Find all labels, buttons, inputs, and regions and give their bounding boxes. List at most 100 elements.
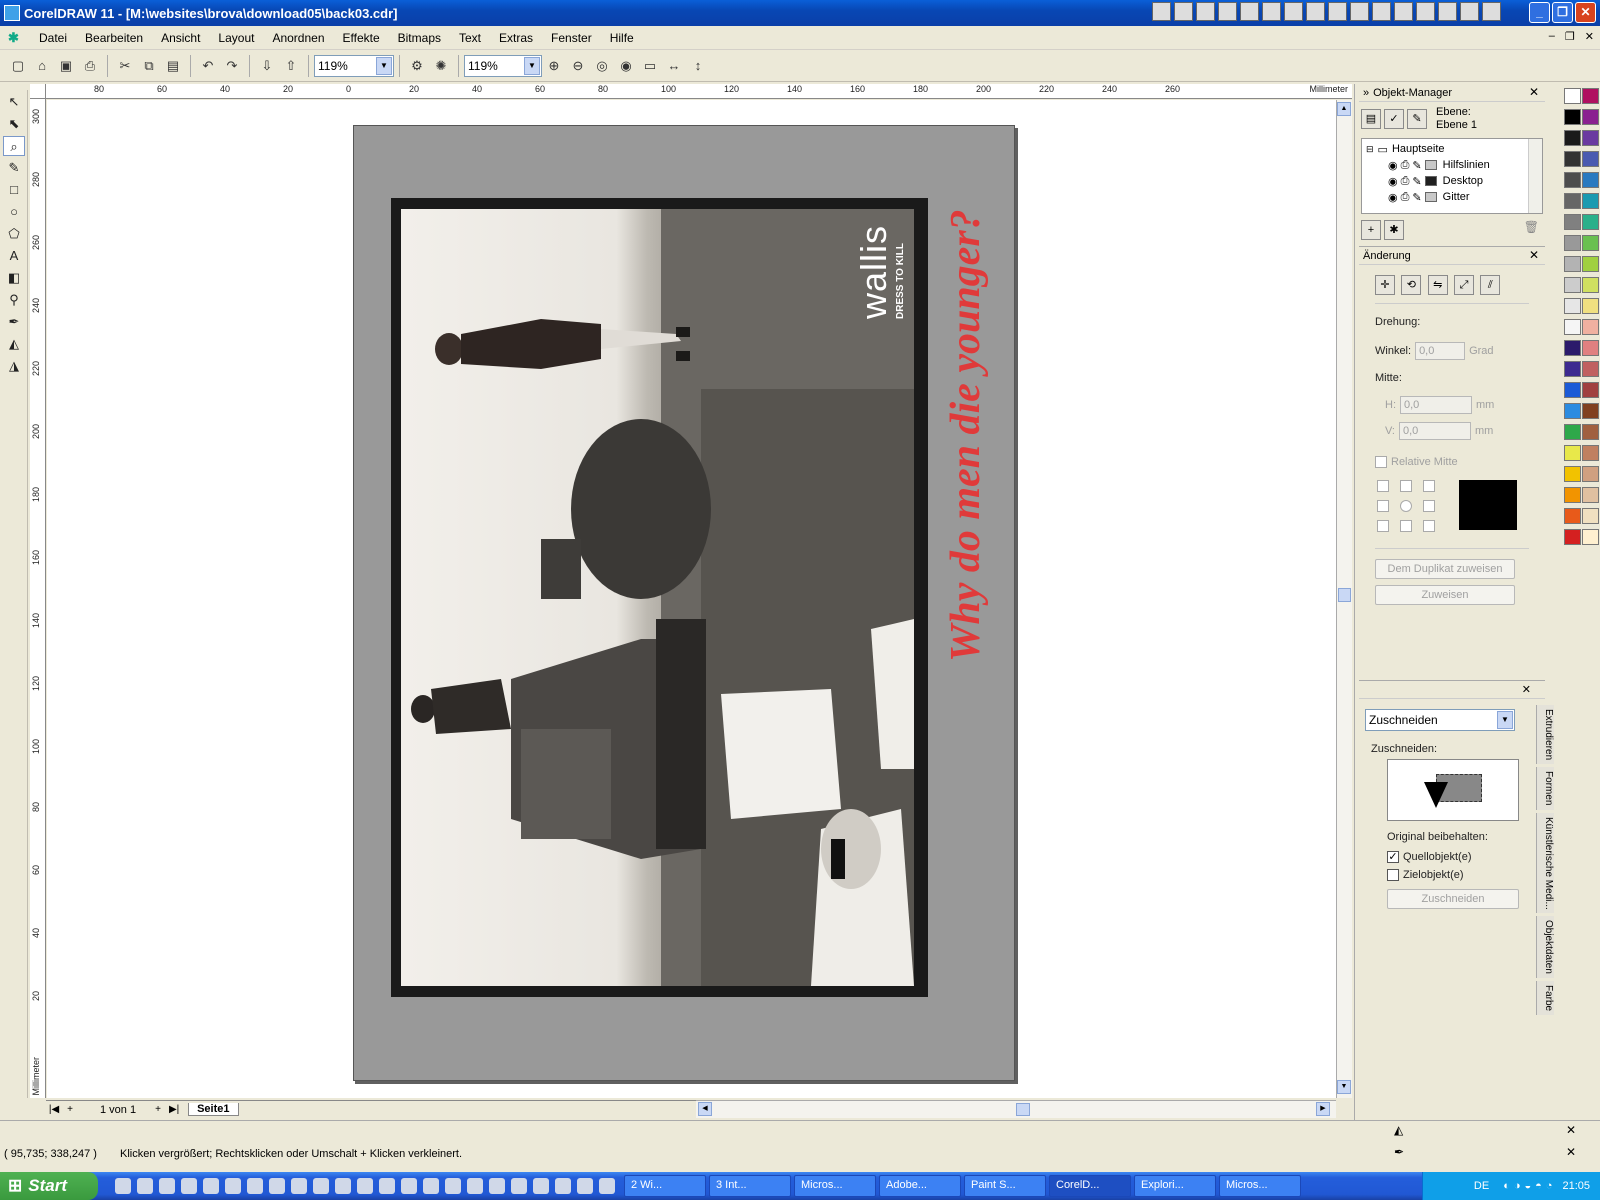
rotate-icon[interactable]: ⟲	[1401, 275, 1422, 295]
color-swatch[interactable]	[1582, 487, 1599, 503]
tree-item-desktop[interactable]: ◉ ⎙ ✎ Desktop	[1366, 173, 1538, 189]
quicklaunch-icon[interactable]	[1262, 2, 1281, 21]
taskbar-task[interactable]: 2 Wi...	[624, 1175, 706, 1197]
ellipse-tool-icon[interactable]: ○	[3, 202, 25, 222]
scroll-right-icon[interactable]: ▶	[1316, 1102, 1330, 1116]
tab-color[interactable]: Farbe	[1536, 981, 1554, 1016]
h-center-input[interactable]: 0,0	[1400, 396, 1472, 414]
color-swatch[interactable]	[1564, 298, 1581, 314]
position-icon[interactable]: ✛	[1375, 275, 1395, 295]
zoom-level-select[interactable]: 119% ▼	[314, 54, 394, 77]
quicklaunch-icon[interactable]	[1416, 2, 1435, 21]
quicklaunch-icon[interactable]	[313, 1178, 329, 1194]
printer-icon[interactable]: ⎙	[1401, 191, 1410, 204]
menu-effekte[interactable]: Effekte	[334, 31, 389, 45]
relative-center-checkbox[interactable]	[1375, 456, 1387, 468]
color-swatch[interactable]	[1564, 151, 1581, 167]
trash-icon[interactable]: 🗑	[1524, 220, 1539, 240]
anchor-top[interactable]	[1400, 480, 1412, 492]
add-page-after-icon[interactable]: +	[150, 1104, 166, 1115]
quicklaunch-icon[interactable]	[357, 1178, 373, 1194]
taskbar-task[interactable]: Paint S...	[964, 1175, 1046, 1197]
eyedropper-tool-icon[interactable]: ⚲	[3, 290, 25, 310]
quicklaunch-icon[interactable]	[1284, 2, 1303, 21]
tray-icon[interactable]: ◑	[1514, 1180, 1521, 1192]
menu-layout[interactable]: Layout	[209, 31, 263, 45]
rectangle-tool-icon[interactable]: □	[3, 180, 25, 200]
freehand-tool-icon[interactable]: ✎	[3, 158, 25, 178]
quicklaunch-icon[interactable]	[1438, 2, 1457, 21]
quicklaunch-icon[interactable]	[159, 1178, 175, 1194]
taskbar-task[interactable]: Explori...	[1134, 1175, 1216, 1197]
quicklaunch-icon[interactable]	[401, 1178, 417, 1194]
vertical-ruler[interactable]: 300 280 260 240 220 200 180 160 140 120 100 80 60 40 2…	[30, 99, 46, 1098]
taskbar-task[interactable]: 3 Int...	[709, 1175, 791, 1197]
zoom-levels-select[interactable]: 119% ▼	[464, 54, 542, 77]
docker-expand-icon[interactable]: »	[1363, 87, 1369, 99]
color-swatch[interactable]	[1564, 319, 1581, 335]
quicklaunch-icon[interactable]	[1306, 2, 1325, 21]
quicklaunch-icon[interactable]	[1328, 2, 1347, 21]
color-swatch[interactable]	[1564, 130, 1581, 146]
color-swatch[interactable]	[1582, 277, 1599, 293]
fill-indicator-icon[interactable]: ◭	[1394, 1123, 1403, 1137]
quicklaunch-icon[interactable]	[1218, 2, 1237, 21]
tab-shaping[interactable]: Formen	[1536, 767, 1554, 810]
color-swatch[interactable]	[1582, 130, 1599, 146]
anchor-bottom-right[interactable]	[1423, 520, 1435, 532]
menu-ansicht[interactable]: Ansicht	[152, 31, 209, 45]
apply-button[interactable]: Zuweisen	[1375, 585, 1515, 605]
color-swatch[interactable]	[1582, 424, 1599, 440]
document-icon[interactable]: ✱	[8, 30, 22, 45]
color-swatch[interactable]	[1582, 214, 1599, 230]
copy-icon[interactable]: ⧉	[139, 56, 159, 76]
v-center-input[interactable]: 0,0	[1399, 422, 1471, 440]
menu-hilfe[interactable]: Hilfe	[601, 31, 643, 45]
color-swatch[interactable]	[1564, 529, 1581, 545]
chevron-down-icon[interactable]: ▼	[524, 56, 540, 75]
interactive-fill-icon[interactable]: ◮	[3, 356, 25, 376]
language-indicator[interactable]: DE	[1474, 1180, 1489, 1192]
redo-icon[interactable]: ↷	[222, 56, 242, 76]
tab-extrude[interactable]: Extrudieren	[1536, 705, 1554, 765]
print-icon[interactable]: ⎙	[80, 56, 100, 76]
no-fill-icon[interactable]: ✕	[1566, 1123, 1576, 1137]
tray-icon[interactable]: ◐	[1503, 1180, 1510, 1192]
quicklaunch-icon[interactable]	[423, 1178, 439, 1194]
color-swatch[interactable]	[1582, 151, 1599, 167]
color-swatch[interactable]	[1564, 382, 1581, 398]
color-swatch[interactable]	[1582, 361, 1599, 377]
new-master-layer-icon[interactable]: ✱	[1384, 220, 1404, 240]
drawing-canvas[interactable]: wallis DRESS TO KILL Why do men die youn…	[47, 100, 1336, 1098]
taskbar-task[interactable]: Micros...	[794, 1175, 876, 1197]
doc-minimize-button[interactable]: –	[1549, 30, 1555, 43]
color-swatch[interactable]	[1564, 109, 1581, 125]
apply-to-duplicate-button[interactable]: Dem Duplikat zuweisen	[1375, 559, 1515, 579]
vertical-scroll-thumb[interactable]	[1338, 588, 1351, 602]
color-swatch[interactable]	[1564, 424, 1581, 440]
zoom-width-icon[interactable]: ↔	[664, 56, 684, 76]
interactive-fill-tool-icon[interactable]: ◧	[3, 268, 25, 288]
scale-mirror-icon[interactable]: ⇋	[1427, 275, 1448, 295]
quicklaunch-icon[interactable]	[115, 1178, 131, 1194]
horizontal-ruler[interactable]: 80 60 40 20 0 20 40 60 80 100 120 140 160 180 200 220 24…	[46, 84, 1352, 99]
color-swatch[interactable]	[1582, 235, 1599, 251]
color-swatch[interactable]	[1582, 172, 1599, 188]
start-button[interactable]: ⊞ Start	[0, 1172, 98, 1200]
taskbar-task-active[interactable]: CorelD...	[1049, 1175, 1131, 1197]
color-swatch[interactable]	[1564, 256, 1581, 272]
quicklaunch-icon[interactable]	[533, 1178, 549, 1194]
quicklaunch-icon[interactable]	[335, 1178, 351, 1194]
pencil-icon[interactable]: ✎	[1412, 159, 1421, 172]
outline-indicator-icon[interactable]: ✒	[1394, 1145, 1404, 1159]
tray-icon[interactable]: ◒	[1525, 1180, 1532, 1192]
eye-icon[interactable]: ◉	[1388, 175, 1398, 188]
document-page[interactable]: wallis DRESS TO KILL Why do men die youn…	[353, 125, 1015, 1081]
quicklaunch-icon[interactable]	[379, 1178, 395, 1194]
taskbar-task[interactable]: Micros...	[1219, 1175, 1301, 1197]
tray-icon[interactable]: ◔	[1546, 1180, 1553, 1192]
corel-online-icon[interactable]: ✺	[431, 56, 451, 76]
eye-icon[interactable]: ◉	[1388, 191, 1398, 204]
color-swatch[interactable]	[1582, 403, 1599, 419]
zoom-height-icon[interactable]: ↕	[688, 56, 708, 76]
